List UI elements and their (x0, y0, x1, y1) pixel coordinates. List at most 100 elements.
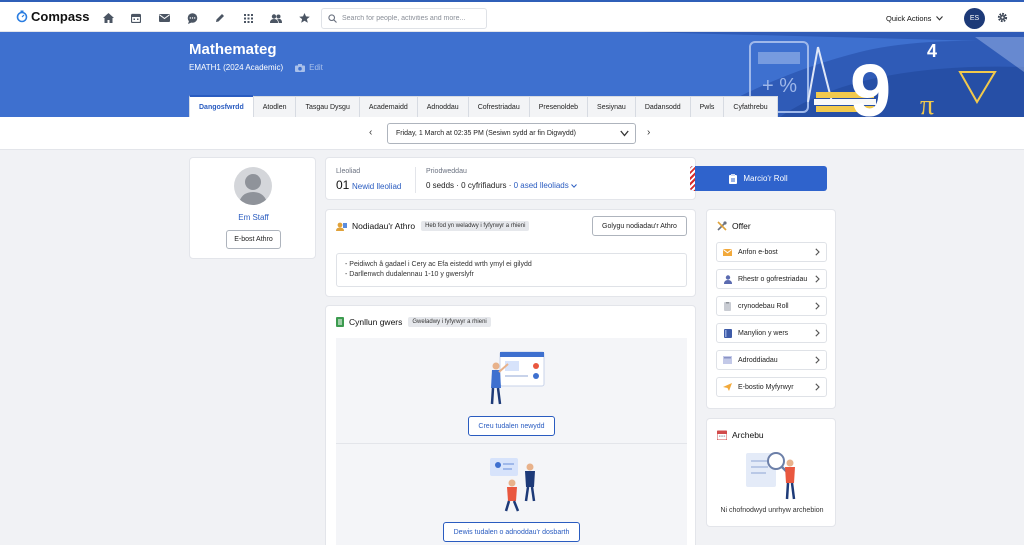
tool-label: Adroddiadau (738, 356, 778, 364)
lesson-plan-title: Cynllun gwers (349, 317, 403, 327)
session-select-value: Friday, 1 March at 02:35 PM (Sesiwn sydd… (396, 130, 576, 137)
chevron-down-icon (936, 16, 944, 21)
course-subtitle-row: EMATH1 (2024 Academic) Edit (189, 63, 323, 72)
create-page-illustration (490, 351, 545, 405)
location-value: 01 (336, 178, 350, 192)
calendar-icon[interactable] (122, 10, 150, 26)
mail-icon[interactable] (150, 10, 178, 26)
lesson-plan-divider (336, 443, 687, 444)
visibility-badge: Heb fod yn weladwy i fyfyrwyr a rhieni (421, 221, 530, 231)
tab-cyfathrebu[interactable]: Cyfathrebu (723, 96, 778, 117)
staff-name[interactable]: Em Staff (190, 213, 317, 222)
course-code: EMATH1 (2024 Academic) (189, 63, 284, 72)
teacher-notes-header: Nodiadau'r Athro Heb fod yn weladwy i fy… (336, 221, 530, 231)
tools-header: Offer (717, 221, 751, 231)
choose-page-illustration (490, 458, 536, 512)
quick-actions-menu[interactable]: Quick Actions (886, 14, 944, 23)
teacher-notes-content: - Peidiwch â gadael i Cery ac Efa eisted… (336, 253, 687, 287)
lesson-plan-card: Cynllun gwers Gweladwy i fyfyrwyr a rhie… (325, 305, 696, 545)
note-line: - Darllenwch dudalennau 1-10 y gwerslyfr (345, 271, 474, 278)
next-session-button[interactable]: › (647, 127, 650, 138)
tab-academaidd[interactable]: Academaidd (358, 96, 418, 117)
seats-count: 0 sedds (426, 181, 455, 190)
tool-lesson-details[interactable]: Manylion y wers (716, 323, 827, 343)
tool-roll-summaries[interactable]: crynodebau Roll (716, 296, 827, 316)
tab-cofrestriadau[interactable]: Cofrestriadau (467, 96, 530, 117)
email-teacher-button[interactable]: E-bost Athro (226, 230, 281, 249)
chevron-right-icon (815, 356, 820, 364)
staff-avatar (234, 167, 272, 205)
chevron-down-icon (620, 130, 629, 137)
resources-separator: · (506, 181, 514, 190)
grid-icon[interactable] (234, 10, 262, 26)
tab-atodlen[interactable]: Atodlen (252, 96, 297, 117)
app-name: Compass (31, 9, 90, 24)
tab-dadansodd[interactable]: Dadansodd (634, 96, 691, 117)
tab-adnoddau[interactable]: Adnoddau (416, 96, 469, 117)
teacher-notes-icon (336, 222, 347, 231)
resources-line: 0 sedds · 0 cyfrifiadurs · 0 ased lleoli… (426, 181, 577, 190)
roll-status-stripe (690, 166, 695, 191)
location-divider (415, 167, 416, 193)
tool-label: E-bostio Myfyrwyr (738, 383, 794, 391)
chevron-right-icon (815, 383, 820, 391)
chevron-right-icon (815, 275, 820, 283)
tool-send-email[interactable]: Anfon e-bost (716, 242, 827, 262)
note-line: - Peidiwch â gadael i Cery ac Efa eisted… (345, 261, 532, 268)
create-new-page-button[interactable]: Creu tudalen newydd (468, 416, 555, 436)
mark-roll-label: Marcio'r Roll (743, 174, 788, 183)
tool-reports[interactable]: Adroddiadau (716, 350, 827, 370)
assets-dropdown[interactable]: 0 ased lleoliads (514, 181, 577, 190)
mark-roll-container: Marcio'r Roll (690, 166, 828, 191)
resources-label: Priodweddau (426, 168, 467, 175)
bookings-header: Archebu (717, 430, 764, 440)
home-icon[interactable] (94, 10, 122, 26)
svg-text:+ %: + % (762, 75, 797, 97)
change-location-link[interactable]: Newid lleoliad (352, 182, 401, 191)
lesson-plan-header: Cynllun gwers Gweladwy i fyfyrwyr a rhie… (336, 317, 491, 327)
chevron-right-icon (815, 248, 820, 256)
edit-course-button[interactable]: Edit (295, 63, 323, 72)
session-selector-bar: ‹ Friday, 1 March at 02:35 PM (Sesiwn sy… (0, 117, 1024, 150)
main-nav-icons (94, 10, 318, 26)
tab-presenoldeb[interactable]: Presenoldeb (528, 96, 589, 117)
user-initials: ES (969, 15, 980, 22)
edit-teacher-notes-button[interactable]: Golygu nodiadau'r Athro (592, 216, 687, 236)
user-avatar[interactable]: ES (964, 8, 985, 29)
session-select[interactable]: Friday, 1 March at 02:35 PM (Sesiwn sydd… (387, 123, 636, 144)
tab-sesiynau[interactable]: Sesiynau (587, 96, 636, 117)
choose-class-resource-button[interactable]: Dewis tudalen o adnoddau'r dosbarth (443, 522, 580, 542)
top-navigation-bar: Compass Quick Actions ES (0, 2, 1024, 32)
book-icon (723, 328, 732, 338)
course-title: Mathemateg (189, 41, 277, 58)
tool-label: Rhestr o gofrestriadau (738, 275, 808, 283)
people-icon[interactable] (262, 10, 290, 26)
devices-count: 0 cyfrifiadurs (461, 181, 507, 190)
tab-dangosfwrdd[interactable]: Dangosfwrdd (189, 95, 254, 117)
person-icon (723, 274, 732, 284)
location-card: Lleoliad 01 Newid lleoliad Priodweddau 0… (325, 157, 696, 200)
tool-email-students[interactable]: E-bostio Myfyrwyr (716, 377, 827, 397)
svg-text:π: π (920, 90, 934, 117)
compass-logo[interactable]: Compass (16, 9, 90, 24)
chat-icon[interactable] (178, 10, 206, 26)
tool-enrolment-list[interactable]: Rhestr o gofrestriadau (716, 269, 827, 289)
tab-tasgau-dysgu[interactable]: Tasgau Dysgu (295, 96, 360, 117)
envelope-icon (723, 248, 732, 257)
global-search[interactable] (321, 8, 487, 29)
visibility-badge: Gweladwy i fyfyrwyr a rhieni (408, 317, 491, 327)
location-label: Lleoliad (336, 168, 361, 175)
report-icon (723, 356, 732, 365)
previous-session-button[interactable]: ‹ (369, 127, 372, 138)
mark-roll-button[interactable]: Marcio'r Roll (690, 166, 827, 191)
tools-icon (717, 221, 727, 231)
tool-label: Manylion y wers (738, 329, 789, 337)
settings-gear-icon[interactable] (997, 12, 1008, 25)
svg-text:9: 9 (850, 49, 891, 117)
pencil-icon[interactable] (206, 10, 234, 26)
tab-pwls[interactable]: Pwls (689, 96, 725, 117)
search-input[interactable] (342, 15, 482, 22)
clipboard-icon (723, 301, 732, 311)
star-icon[interactable] (290, 10, 318, 26)
tools-title: Offer (732, 221, 751, 231)
